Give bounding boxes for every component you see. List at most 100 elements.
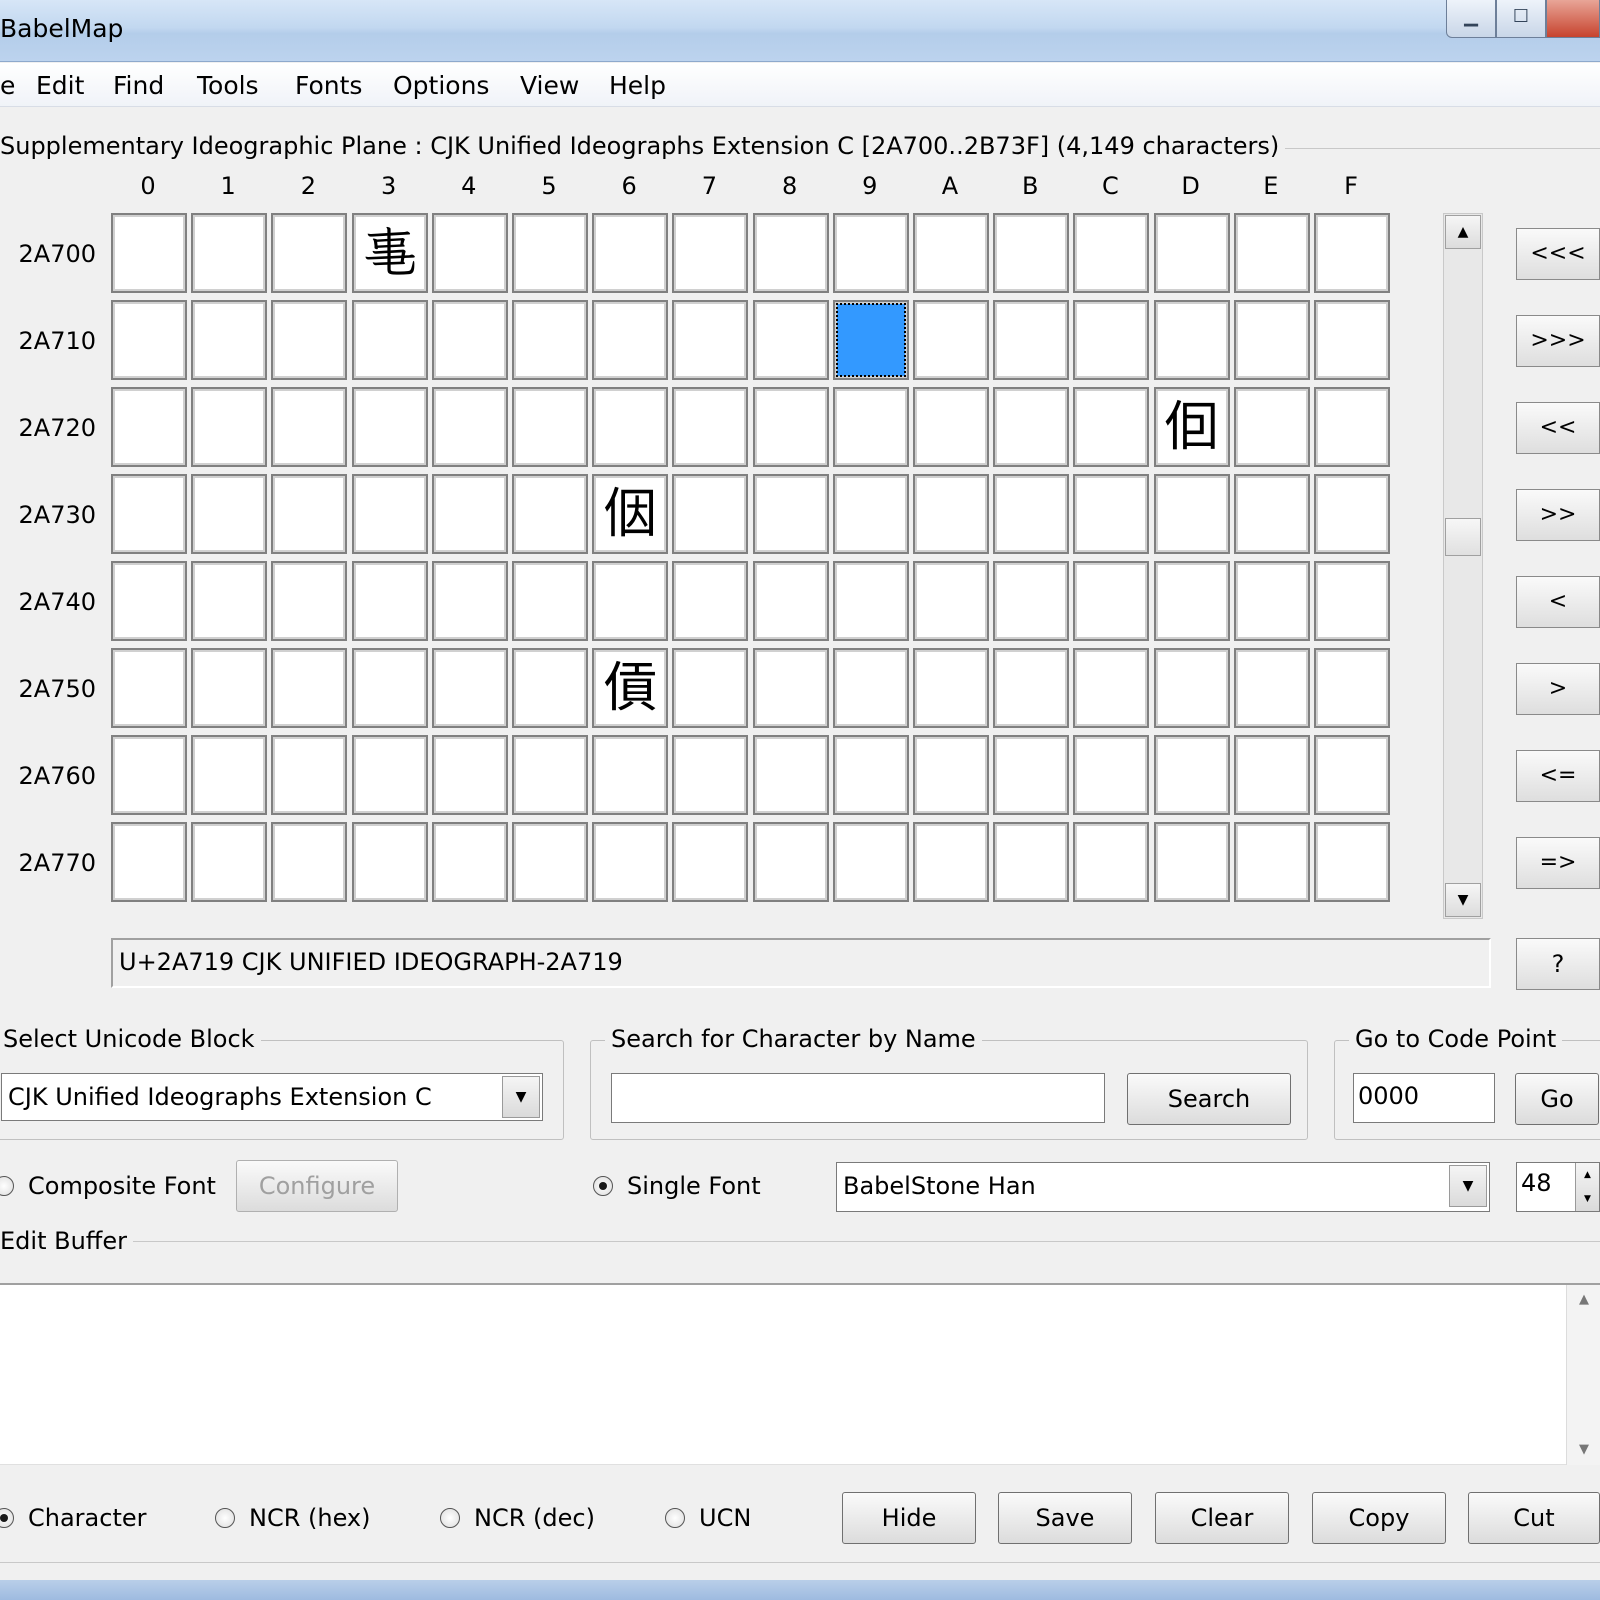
character-cell[interactable]: 𪜞 [1234, 300, 1310, 380]
character-cell[interactable]: 𪝇 [672, 561, 748, 641]
close-button[interactable] [1546, 0, 1600, 38]
character-cell[interactable]: 𪜇 [672, 213, 748, 293]
character-cell[interactable]: 𪜁 [191, 213, 267, 293]
next-row-button[interactable]: > [1516, 663, 1600, 715]
character-cell[interactable]: 𪝨 [753, 735, 829, 815]
character-cell[interactable]: 𪝿 [1314, 822, 1390, 902]
character-cell[interactable]: 𪜝 [1154, 300, 1230, 380]
character-cell[interactable]: 𪜌 [1073, 213, 1149, 293]
character-cell[interactable]: 𪜷 [672, 474, 748, 554]
next-row-block-button[interactable]: >> [1516, 489, 1600, 541]
character-cell[interactable]: 𪜮 [1234, 387, 1310, 467]
next-char-button[interactable]: => [1516, 837, 1600, 889]
character-cell[interactable]: 𪜭 [1154, 387, 1230, 467]
character-cell[interactable]: 𪝼 [1073, 822, 1149, 902]
title-bar[interactable]: BabelMap ▁ ☐ [0, 0, 1600, 62]
character-cell[interactable]: 𪝞 [1234, 648, 1310, 728]
character-cell[interactable]: 𪝒 [271, 648, 347, 728]
scroll-up-icon[interactable]: ▲ [1445, 215, 1481, 249]
character-cell[interactable]: 𪝰 [111, 822, 187, 902]
character-cell[interactable]: 𪝢 [271, 735, 347, 815]
character-cell[interactable]: 𪝠 [111, 735, 187, 815]
copy-button[interactable]: Copy [1312, 1492, 1446, 1544]
character-cell[interactable]: 𪝆 [592, 561, 668, 641]
menu-help[interactable]: Help [609, 71, 666, 100]
prev-char-button[interactable]: <= [1516, 750, 1600, 802]
character-cell[interactable]: 𪝙 [833, 648, 909, 728]
last-page-button[interactable]: >>> [1516, 315, 1600, 367]
character-cell[interactable]: 𪝓 [352, 648, 428, 728]
character-cell[interactable]: 𪝱 [191, 822, 267, 902]
character-cell[interactable]: 𪜙 [833, 300, 909, 380]
menu-fonts[interactable]: Fonts [295, 71, 362, 100]
character-cell[interactable]: 𪜹 [833, 474, 909, 554]
edit-buffer-scrollbar[interactable]: ▲ ▼ [1566, 1285, 1600, 1465]
character-cell[interactable]: 𪜺 [913, 474, 989, 554]
scroll-thumb[interactable] [1445, 518, 1481, 556]
character-cell[interactable]: 𪝧 [672, 735, 748, 815]
character-cell[interactable]: 𪜯 [1314, 387, 1390, 467]
edit-buffer-text[interactable]: 𪜄𪝵𪜙 [34, 1291, 52, 1451]
character-cell[interactable]: 𪝎 [1234, 561, 1310, 641]
go-button[interactable]: Go [1515, 1073, 1599, 1125]
character-cell[interactable]: 𪝀 [111, 561, 187, 641]
hide-button[interactable]: Hide [842, 1492, 976, 1544]
character-cell[interactable]: 𪝵 [512, 822, 588, 902]
character-cell[interactable]: 𪜀 [111, 213, 187, 293]
character-cell[interactable]: 𪝏 [1314, 561, 1390, 641]
ncr-dec-radio[interactable]: NCR (dec) [440, 1504, 595, 1532]
character-cell[interactable]: 𪜚 [913, 300, 989, 380]
character-cell[interactable]: 𪝗 [672, 648, 748, 728]
grid-scrollbar[interactable]: ▲ ▼ [1443, 213, 1483, 919]
character-cell[interactable]: 𪝮 [1234, 735, 1310, 815]
menu-edit[interactable]: Edit [36, 71, 84, 100]
character-cell[interactable]: 𪜬 [1073, 387, 1149, 467]
character-cell[interactable]: 𪜅 [512, 213, 588, 293]
character-cell[interactable]: 𪝁 [191, 561, 267, 641]
search-button[interactable]: Search [1127, 1073, 1291, 1125]
character-cell[interactable]: 𪜦 [592, 387, 668, 467]
scroll-down-icon[interactable]: ▼ [1445, 883, 1481, 917]
character-cell[interactable]: 𪝈 [753, 561, 829, 641]
prev-row-block-button[interactable]: << [1516, 402, 1600, 454]
character-cell[interactable]: 𪝂 [271, 561, 347, 641]
character-cell[interactable]: 𪝃 [352, 561, 428, 641]
character-cell[interactable]: 𪜴 [432, 474, 508, 554]
save-button[interactable]: Save [998, 1492, 1132, 1544]
unicode-block-select[interactable]: CJK Unified Ideographs Extension C ▼ [1, 1073, 543, 1121]
character-cell[interactable]: 𪝤 [432, 735, 508, 815]
character-cell[interactable]: 𪝬 [1073, 735, 1149, 815]
character-cell[interactable]: 𪝥 [512, 735, 588, 815]
menu-tools[interactable]: Tools [197, 71, 259, 100]
character-cell[interactable]: 𪝔 [432, 648, 508, 728]
character-cell[interactable]: 𪝟 [1314, 648, 1390, 728]
character-cell[interactable]: 𪝕 [512, 648, 588, 728]
character-cell[interactable]: 𪜕 [512, 300, 588, 380]
character-cell[interactable]: 𪜣 [352, 387, 428, 467]
character-cell[interactable]: 𪜪 [913, 387, 989, 467]
character-cell[interactable]: 𪝲 [271, 822, 347, 902]
character-cell[interactable]: 𪝴 [432, 822, 508, 902]
character-cell[interactable]: 𪝳 [352, 822, 428, 902]
edit-buffer[interactable]: 𪜄𪝵𪜙 ▲ ▼ [0, 1283, 1600, 1465]
character-cell[interactable]: 𪜒 [271, 300, 347, 380]
character-cell[interactable]: 𪝌 [1073, 561, 1149, 641]
character-cell[interactable]: 𪜸 [753, 474, 829, 554]
character-cell[interactable]: 𪜤 [432, 387, 508, 467]
character-cell[interactable]: 𪜼 [1073, 474, 1149, 554]
character-cell[interactable]: 𪝛 [993, 648, 1069, 728]
font-select[interactable]: BabelStone Han ▼ [836, 1162, 1490, 1212]
spin-up-icon[interactable]: ▲ [1576, 1163, 1599, 1187]
character-cell[interactable]: 𪝘 [753, 648, 829, 728]
font-size-stepper[interactable]: 48 ▲ ▼ [1516, 1162, 1600, 1212]
character-cell[interactable]: 𪝉 [833, 561, 909, 641]
configure-button[interactable]: Configure [236, 1160, 398, 1212]
character-cell[interactable]: 𪜎 [1234, 213, 1310, 293]
minimize-button[interactable]: ▁ [1446, 0, 1496, 38]
character-cell[interactable]: 𪜃 [352, 213, 428, 293]
cut-button[interactable]: Cut [1468, 1492, 1600, 1544]
character-cell[interactable]: 𪝑 [191, 648, 267, 728]
character-cell[interactable]: 𪜔 [432, 300, 508, 380]
character-cell[interactable]: 𪜶 [592, 474, 668, 554]
single-font-radio[interactable]: Single Font [593, 1172, 761, 1200]
